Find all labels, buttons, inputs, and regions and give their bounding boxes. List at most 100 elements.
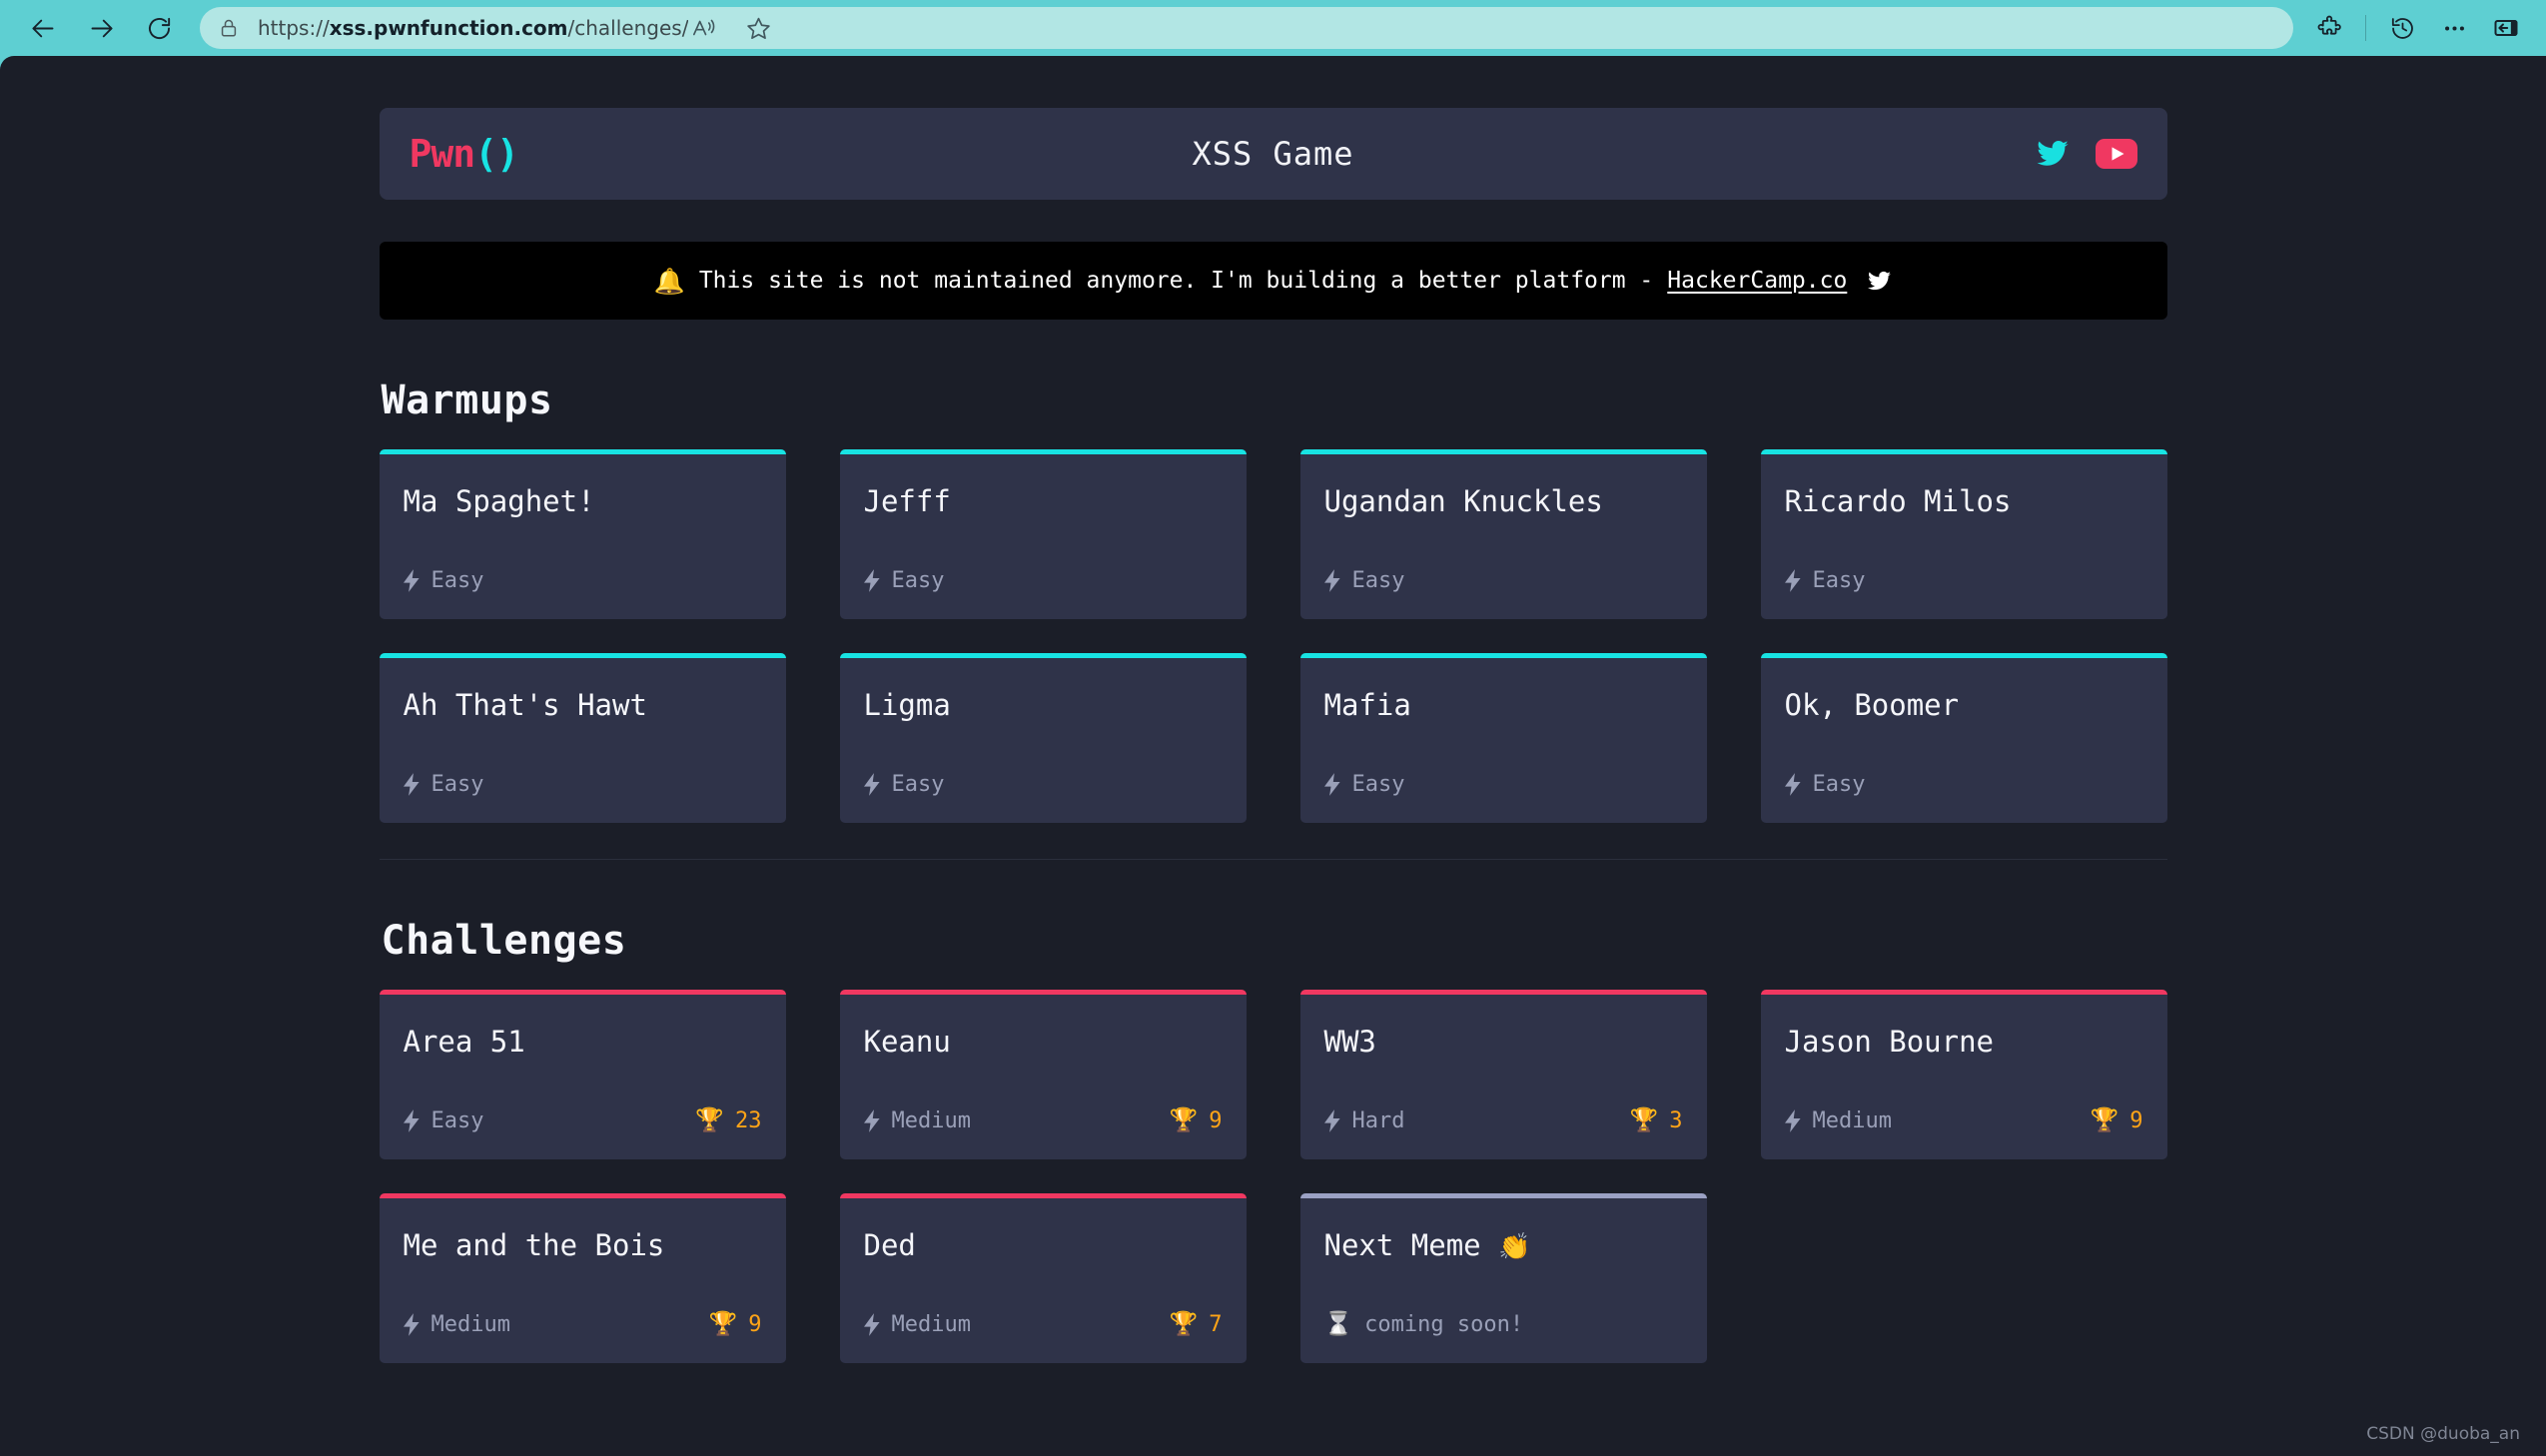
card-title: WW3	[1323, 1025, 1376, 1059]
difficulty: Medium	[863, 1312, 971, 1337]
challenge-card[interactable]: Ricardo Milos Easy	[1760, 449, 2167, 619]
challenge-card[interactable]: Keanu Medium 🏆 9	[839, 990, 1247, 1159]
challenge-card[interactable]: Jason Bourne Medium 🏆 9	[1760, 990, 2167, 1159]
score-value: 7	[1209, 1312, 1223, 1337]
reload-button[interactable]	[130, 5, 188, 51]
trophy-icon: 🏆	[1629, 1107, 1659, 1133]
bolt-icon	[1323, 773, 1341, 796]
card-title: Jefff	[863, 484, 951, 518]
difficulty-label: Easy	[1351, 772, 1405, 797]
hackercamp-link[interactable]: HackerCamp.co	[1667, 268, 1847, 294]
card-meta: Hard 🏆 3	[1323, 1107, 1683, 1133]
toolbar-actions	[2303, 5, 2532, 51]
challenge-card[interactable]: Mafia Easy	[1299, 653, 1707, 823]
card-title: Ricardo Milos	[1784, 484, 2012, 518]
banner-text: This site is not maintained anymore. I'm…	[698, 268, 1654, 294]
bolt-icon	[863, 773, 881, 796]
bolt-icon	[1784, 569, 1802, 592]
difficulty: Easy	[1323, 568, 1404, 593]
difficulty: Easy	[1323, 772, 1405, 797]
challenge-card[interactable]: Ma Spaghet! Easy	[379, 449, 786, 619]
difficulty: Easy	[403, 568, 484, 593]
challenge-card[interactable]: Area 51 Easy 🏆 23	[379, 990, 786, 1159]
card-title-text: Next Meme	[1323, 1228, 1481, 1262]
difficulty-label: Easy	[891, 772, 945, 797]
forward-button[interactable]	[72, 5, 130, 51]
page-title: XSS Game	[1192, 135, 1354, 173]
url-text[interactable]: https://xss.pwnfunction.com/challenges/	[258, 16, 688, 40]
banner-twitter-icon[interactable]	[1867, 269, 1892, 294]
difficulty: Hard	[1323, 1108, 1405, 1133]
favorite-star-icon[interactable]	[732, 5, 784, 51]
difficulty: Easy	[863, 772, 945, 797]
challenge-card[interactable]: Jefff Easy	[839, 449, 1247, 619]
challenge-card[interactable]: Ok, Boomer Easy	[1760, 653, 2167, 823]
browser-essentials-icon[interactable]	[2480, 5, 2532, 51]
challenge-card[interactable]: WW3 Hard 🏆 3	[1299, 990, 1707, 1159]
history-icon[interactable]	[2376, 5, 2428, 51]
difficulty-label: Easy	[430, 1108, 484, 1133]
back-button[interactable]	[14, 5, 72, 51]
challenge-card[interactable]: Ded Medium 🏆 7	[839, 1193, 1247, 1363]
score: 🏆 23	[695, 1108, 761, 1133]
challenge-card[interactable]: Ugandan Knuckles Easy	[1299, 449, 1707, 619]
more-options-icon[interactable]	[2428, 5, 2480, 51]
challenge-card[interactable]: Ah That's Hawt Easy	[379, 653, 786, 823]
card-title: Me and the Bois	[403, 1228, 665, 1262]
site-logo[interactable]: Pwn()	[410, 132, 519, 176]
lock-icon[interactable]	[218, 17, 240, 39]
read-aloud-icon[interactable]	[678, 5, 730, 51]
difficulty-label: Easy	[891, 568, 945, 593]
difficulty: Easy	[863, 568, 945, 593]
difficulty-label: Hard	[1351, 1108, 1405, 1133]
card-title: Mafia	[1323, 688, 1411, 722]
score-value: 3	[1669, 1108, 1683, 1133]
challenges-grid: Area 51 Easy 🏆 23 Keanu Medium 🏆 9 WW3 H…	[379, 990, 2167, 1363]
bolt-icon	[1323, 569, 1341, 592]
extensions-icon[interactable]	[2303, 5, 2355, 51]
card-meta: Easy	[1784, 772, 2143, 797]
score-value: 9	[2129, 1108, 2143, 1133]
card-meta: Easy	[1323, 568, 1683, 593]
bolt-icon	[863, 569, 881, 592]
bolt-icon	[1323, 1109, 1341, 1132]
difficulty-label: Easy	[430, 772, 484, 797]
difficulty-label: Easy	[1812, 568, 1866, 593]
status-label: coming soon!	[1364, 1312, 1524, 1337]
bolt-icon	[863, 1313, 881, 1336]
difficulty-label: Medium	[891, 1312, 971, 1337]
difficulty: Easy	[403, 1108, 484, 1133]
twitter-icon[interactable]	[2036, 137, 2070, 171]
trophy-icon: 🏆	[2090, 1107, 2120, 1133]
challenge-card[interactable]: Ligma Easy	[839, 653, 1247, 823]
bolt-icon	[403, 773, 421, 796]
clap-icon: 👏	[1498, 1232, 1531, 1262]
card-meta: Easy 🏆 23	[403, 1108, 762, 1133]
section-title-challenges: Challenges	[381, 918, 627, 964]
card-title: Keanu	[863, 1025, 951, 1059]
card-meta: Easy	[1323, 772, 1683, 797]
card-title: Ligma	[863, 688, 951, 722]
address-bar[interactable]: https://xss.pwnfunction.com/challenges/	[200, 7, 2293, 49]
difficulty: Medium	[1784, 1108, 1892, 1133]
difficulty-label: Medium	[891, 1108, 971, 1133]
social-links	[2036, 137, 2137, 171]
card-title: Ded	[863, 1228, 916, 1262]
trophy-icon: 🏆	[708, 1311, 738, 1337]
challenge-card[interactable]: Me and the Bois Medium 🏆 9	[379, 1193, 786, 1363]
card-meta: Medium 🏆 9	[863, 1108, 1223, 1133]
bolt-icon	[403, 569, 421, 592]
difficulty: Easy	[403, 772, 484, 797]
difficulty-label: Easy	[430, 568, 484, 593]
trophy-icon: 🏆	[695, 1107, 724, 1133]
score: 🏆 9	[709, 1312, 762, 1337]
score: 🏆 7	[1170, 1312, 1223, 1337]
card-meta: Medium 🏆 7	[863, 1312, 1223, 1337]
youtube-icon[interactable]	[2095, 139, 2137, 169]
card-meta: Easy	[403, 568, 762, 593]
bell-icon: 🔔	[653, 266, 685, 296]
difficulty-label: Medium	[1812, 1108, 1892, 1133]
toolbar-divider	[2365, 15, 2366, 41]
card-meta: Medium 🏆 9	[403, 1312, 762, 1337]
difficulty: Medium	[863, 1108, 971, 1133]
